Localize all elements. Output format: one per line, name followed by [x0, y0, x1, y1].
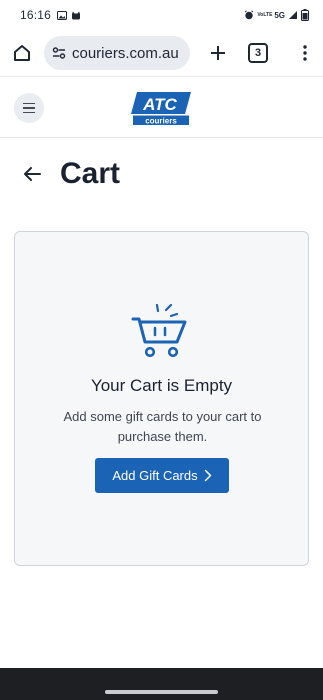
5g-icon: 5G: [274, 10, 285, 20]
menu-icon-bar: [23, 111, 35, 114]
home-icon: [14, 45, 30, 61]
volte-icon: VoLTE: [257, 12, 273, 18]
alarm-icon: [245, 10, 254, 20]
logo-text: ATC: [142, 95, 177, 114]
browser-menu-button[interactable]: [295, 39, 315, 67]
more-vert-icon: [303, 45, 307, 61]
system-navigation-bar: [0, 668, 323, 700]
menu-icon-bar: [23, 107, 35, 109]
chevron-right-icon: [204, 469, 211, 482]
add-gift-cards-button[interactable]: Add Gift Cards: [95, 458, 229, 493]
status-bar: 16:16 VoLTE 5G: [0, 0, 323, 30]
site-header: ATC couriers: [0, 76, 323, 138]
shopping-cart-icon: [131, 304, 187, 358]
logo-subtext: couriers: [145, 117, 177, 126]
status-time: 16:16: [20, 8, 52, 22]
menu-icon-bar: [23, 102, 35, 105]
new-tab-button[interactable]: [204, 39, 232, 67]
tab-count: 3: [254, 47, 262, 59]
menu-button[interactable]: [14, 93, 44, 123]
atc-couriers-logo[interactable]: ATC couriers: [131, 92, 191, 126]
home-indicator[interactable]: [105, 690, 218, 694]
empty-cart-description: Add some gift cards to your cart to purc…: [63, 409, 262, 444]
arrow-left-icon: [24, 167, 41, 181]
back-button[interactable]: [20, 162, 44, 186]
page-heading: Cart: [20, 154, 120, 194]
status-right-icons: VoLTE 5G: [244, 9, 309, 21]
add-gift-cards-label: Add Gift Cards: [112, 468, 198, 483]
page-title: Cart: [60, 157, 121, 190]
url-text: couriers.com.au: [72, 44, 179, 62]
tab-switcher-button[interactable]: 3: [248, 43, 268, 63]
plus-icon: [211, 46, 225, 60]
battery-icon: [301, 9, 309, 21]
address-bar[interactable]: couriers.com.au: [44, 36, 190, 70]
site-settings-icon[interactable]: [52, 46, 66, 60]
empty-cart-title: Your Cart is Empty: [90, 376, 233, 395]
status-left-icons: [57, 10, 81, 20]
empty-cart-card: Your Cart is Empty Add some gift cards t…: [14, 231, 309, 566]
browser-toolbar: couriers.com.au 3: [0, 30, 323, 76]
signal-icon: [289, 11, 297, 19]
home-button[interactable]: [8, 39, 36, 67]
image-icon: [57, 10, 68, 20]
cat-icon: [72, 11, 81, 19]
